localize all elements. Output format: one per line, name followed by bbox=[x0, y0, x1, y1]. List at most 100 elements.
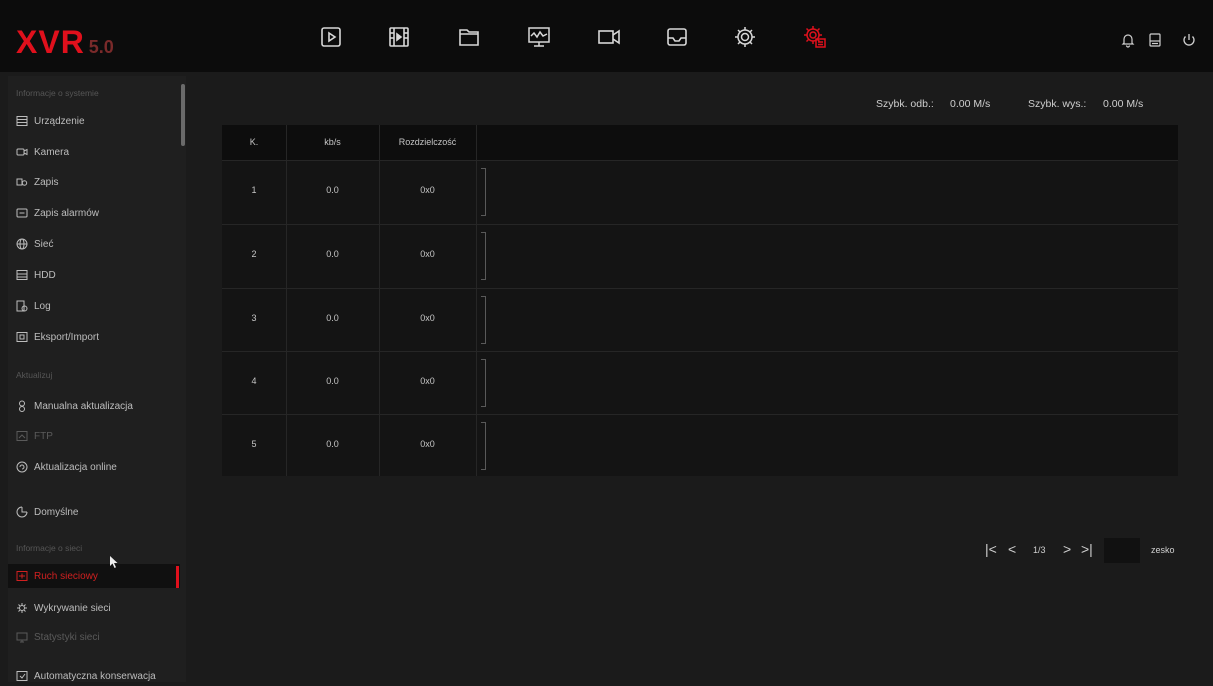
sidebar-item-label: Log bbox=[34, 300, 51, 312]
sidebar-item-network-detection[interactable]: Wykrywanie sieci bbox=[16, 598, 111, 618]
row-divider bbox=[222, 160, 1178, 161]
sidebar-item-label: Ruch sieciowy bbox=[34, 570, 98, 582]
sidebar-item-label: Domyślne bbox=[34, 506, 79, 518]
log-icon bbox=[16, 300, 28, 312]
logo-version: 5.0 bbox=[88, 37, 114, 57]
cell-channel: 2 bbox=[251, 249, 257, 259]
playback-icon[interactable] bbox=[318, 24, 344, 50]
manual-update-icon bbox=[16, 400, 28, 412]
settings-gear-icon[interactable] bbox=[732, 24, 758, 50]
folder-icon[interactable] bbox=[456, 24, 482, 50]
sidebar-item-network-stats[interactable]: Statystyki sieci bbox=[16, 627, 100, 647]
upload-speed-label: Szybk. wys.: bbox=[1028, 98, 1087, 110]
sidebar-item-network-traffic[interactable]: Ruch sieciowy bbox=[16, 566, 98, 586]
row-divider bbox=[222, 288, 1178, 289]
defaults-icon bbox=[16, 506, 28, 518]
cell-kbps: 0.0 bbox=[326, 313, 339, 323]
monitor-chart-icon[interactable] bbox=[526, 24, 552, 50]
network-traffic-icon bbox=[16, 570, 28, 582]
mouse-cursor-icon bbox=[110, 556, 118, 568]
export-import-icon bbox=[16, 331, 28, 343]
sidebar-item-manual-update[interactable]: Manualna aktualizacja bbox=[16, 396, 133, 416]
logo-brand: XVR bbox=[16, 24, 85, 60]
row-divider bbox=[222, 224, 1178, 225]
next-page-icon[interactable]: > bbox=[1063, 541, 1071, 557]
sidebar-item-label: Automatyczna konserwacja bbox=[34, 670, 156, 682]
sidebar-section-system: Informacje o systemie bbox=[16, 88, 99, 98]
download-speed-label: Szybk. odb.: bbox=[876, 98, 934, 110]
sidebar-item-label: Sieć bbox=[34, 238, 54, 250]
record-icon bbox=[16, 176, 28, 188]
auto-maintenance-icon bbox=[16, 670, 28, 682]
cell-kbps: 0.0 bbox=[326, 376, 339, 386]
traffic-graph-bracket bbox=[481, 296, 486, 344]
last-page-icon[interactable]: >| bbox=[1081, 541, 1093, 557]
system-maintenance-icon[interactable] bbox=[802, 24, 828, 50]
column-header-channel: K. bbox=[249, 137, 259, 147]
goto-page-input[interactable] bbox=[1104, 538, 1140, 563]
cell-resolution: 0x0 bbox=[420, 376, 435, 386]
cell-resolution: 0x0 bbox=[420, 439, 435, 449]
cell-channel: 4 bbox=[251, 376, 257, 386]
sidebar-item-defaults[interactable]: Domyślne bbox=[16, 502, 78, 522]
column-divider bbox=[379, 125, 380, 476]
hdd-icon bbox=[16, 269, 28, 281]
sidebar-item-camera[interactable]: Kamera bbox=[16, 142, 69, 162]
sidebar-active-indicator bbox=[176, 566, 179, 588]
power-icon[interactable] bbox=[1181, 32, 1197, 48]
table-header: K. kb/s Rozdzielczość bbox=[222, 125, 1178, 160]
sidebar-item-label: FTP bbox=[34, 430, 53, 442]
first-page-icon[interactable]: |< bbox=[985, 541, 997, 557]
sidebar-item-log[interactable]: Log bbox=[16, 296, 51, 316]
sidebar-section-network: Informacje o sieci bbox=[16, 543, 83, 553]
cell-channel: 3 bbox=[251, 313, 257, 323]
sidebar-item-network[interactable]: Sieć bbox=[16, 234, 53, 254]
cell-resolution: 0x0 bbox=[420, 313, 435, 323]
storage-icon[interactable] bbox=[1147, 32, 1163, 48]
cell-resolution: 0x0 bbox=[420, 249, 435, 259]
bell-icon[interactable] bbox=[1120, 32, 1136, 48]
sidebar-item-label: Kamera bbox=[34, 146, 70, 158]
goto-page-button[interactable]: zesko bbox=[1151, 545, 1175, 555]
camera-icon[interactable] bbox=[596, 24, 622, 50]
cell-kbps: 0.0 bbox=[326, 249, 339, 259]
sidebar-scrollbar[interactable] bbox=[181, 84, 185, 146]
cell-kbps: 0.0 bbox=[326, 439, 339, 449]
network-detection-icon bbox=[16, 602, 28, 614]
column-divider bbox=[286, 125, 287, 476]
row-divider bbox=[222, 351, 1178, 352]
sidebar-item-export-import[interactable]: Eksport/Import bbox=[16, 327, 99, 347]
sidebar-item-auto-maintenance[interactable]: Automatyczna konserwacja bbox=[16, 666, 156, 686]
sidebar-item-label: Statystyki sieci bbox=[34, 631, 100, 643]
traffic-graph-bracket bbox=[481, 422, 486, 470]
sidebar-item-hdd[interactable]: HDD bbox=[16, 265, 56, 285]
sidebar-item-device[interactable]: Urządzenie bbox=[16, 111, 85, 131]
network-stats-icon bbox=[16, 631, 28, 643]
video-clips-icon[interactable] bbox=[386, 24, 412, 50]
column-header-kbps: kb/s bbox=[324, 137, 341, 147]
sidebar-item-record[interactable]: Zapis bbox=[16, 172, 58, 192]
sidebar-item-label: Urządzenie bbox=[34, 115, 85, 127]
row-divider bbox=[222, 414, 1178, 415]
sidebar-item-label: Zapis alarmów bbox=[34, 207, 100, 219]
traffic-table: K. kb/s Rozdzielczość 1 0.0 0x0 2 0.0 0x0 3 0.0… bbox=[222, 125, 1178, 476]
online-update-icon bbox=[16, 461, 28, 473]
prev-page-icon[interactable]: < bbox=[1008, 541, 1016, 557]
cell-resolution: 0x0 bbox=[420, 185, 435, 195]
inbox-icon[interactable] bbox=[664, 24, 690, 50]
traffic-graph-bracket bbox=[481, 168, 486, 216]
camera-icon bbox=[16, 146, 28, 158]
device-icon bbox=[16, 115, 28, 127]
sidebar-item-label: Zapis bbox=[34, 176, 59, 188]
top-bar: XVR 5.0 bbox=[0, 0, 1213, 72]
sidebar-item-ftp[interactable]: FTP bbox=[16, 426, 53, 446]
download-speed-value: 0.00 M/s bbox=[950, 98, 991, 110]
sidebar-item-alarm-record[interactable]: Zapis alarmów bbox=[16, 203, 99, 223]
column-divider bbox=[476, 125, 477, 476]
alarm-record-icon bbox=[16, 207, 28, 219]
globe-icon bbox=[16, 238, 28, 250]
sidebar-item-label: Manualna aktualizacja bbox=[34, 400, 133, 412]
cell-channel: 1 bbox=[251, 185, 257, 195]
sidebar-item-label: Aktualizacja online bbox=[34, 461, 117, 473]
sidebar-item-online-update[interactable]: Aktualizacja online bbox=[16, 457, 117, 477]
